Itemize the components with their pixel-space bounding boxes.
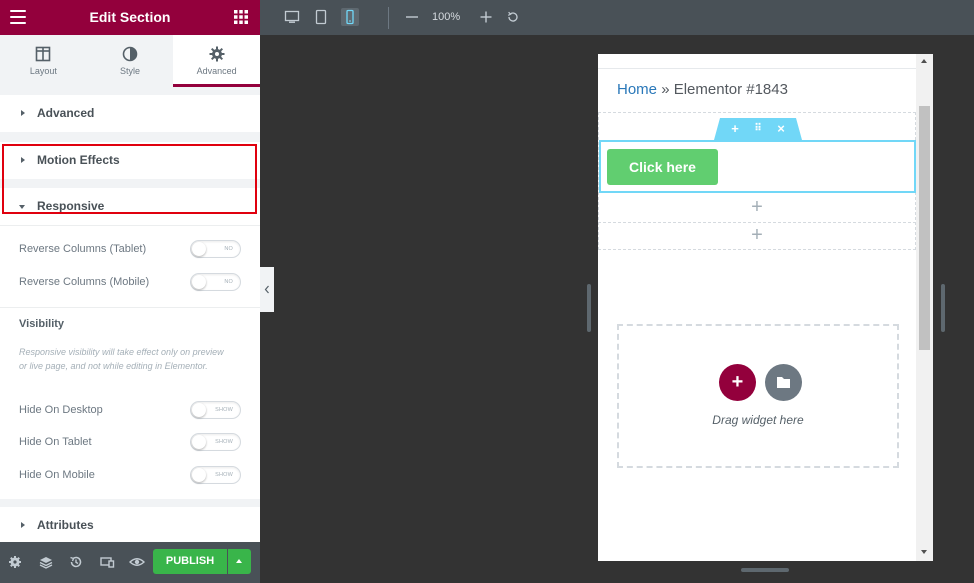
responsive-mode-icon[interactable] [98,553,116,571]
caret-right-icon [21,110,25,116]
gear-icon [209,46,225,62]
breadcrumb-home-link[interactable]: Home [617,81,657,98]
resize-handle-bottom[interactable] [741,568,789,572]
navigator-layers-icon[interactable] [37,553,55,571]
control-label: Hide On Tablet [19,436,92,448]
control-label: Reverse Columns (Mobile) [19,276,150,288]
zoom-in-icon[interactable] [477,8,495,26]
control-label: Reverse Columns (Tablet) [19,243,147,255]
settings-icon[interactable] [6,553,24,571]
caret-right-icon [21,522,25,528]
tab-advanced-label: Advanced [196,66,237,76]
divider [0,307,260,308]
toggle-state: NO [224,246,233,252]
visibility-heading: Visibility [19,318,65,330]
drag-widget-hint: Drag widget here [712,413,804,427]
section-advanced-label: Advanced [37,106,95,120]
tablet-icon[interactable] [312,8,330,26]
control-label: Hide On Mobile [19,469,95,481]
section-handle: + ⠿ × [714,118,802,140]
columns-icon [36,46,51,62]
reset-zoom-icon[interactable] [504,8,522,26]
zoom-out-icon[interactable] [403,8,421,26]
toggle-state: SHOW [215,472,233,478]
scroll-up-icon[interactable] [921,59,927,63]
breadcrumb: Home » Elementor #1843 [617,81,788,98]
panel-title: Edit Section [89,9,171,25]
click-here-button[interactable]: Click here [607,149,718,185]
control-label: Hide On Desktop [19,404,103,416]
drag-handle-icon[interactable]: ⠿ [750,120,766,138]
hide-desktop-toggle[interactable]: SHOW [190,401,241,419]
tab-advanced[interactable]: Advanced [173,35,261,87]
control-hide-tablet: Hide On Tablet SHOW [0,427,260,457]
caret-up-icon [236,559,242,563]
close-icon[interactable]: × [773,120,789,138]
hide-tablet-toggle[interactable]: SHOW [190,433,241,451]
resize-handle-left[interactable] [587,284,591,332]
add-element-plus-icon[interactable]: + [747,225,767,245]
panel-collapse-handle[interactable] [260,267,274,312]
control-hide-desktop: Hide On Desktop SHOW [0,395,260,425]
history-icon[interactable] [67,553,85,571]
header-divider [598,68,916,69]
scroll-down-icon[interactable] [921,550,927,554]
highlight-annotation-box [2,144,257,214]
tab-style[interactable]: Style [87,35,174,87]
toggle-knob [192,468,206,482]
responsive-section: Responsive Reverse Columns (Tablet) NO R… [0,188,260,499]
section-attributes[interactable]: Attributes [0,507,260,542]
publish-options-button[interactable] [228,549,251,574]
mobile-icon[interactable] [341,8,359,26]
zoom-level: 100% [432,11,461,23]
folder-icon [777,377,790,388]
preview-eye-icon[interactable] [128,553,146,571]
visibility-note: Responsive visibility will take effect o… [19,347,224,371]
breadcrumb-current: Elementor #1843 [673,81,788,98]
desktop-icon[interactable] [283,8,301,26]
add-section-plus-icon[interactable]: + [727,120,743,138]
resize-handle-right[interactable] [941,284,945,332]
control-reverse-columns-tablet: Reverse Columns (Tablet) NO [0,234,260,264]
control-hide-mobile: Hide On Mobile SHOW [0,460,260,490]
tab-layout-label: Layout [29,66,57,76]
drop-zone: + Drag widget here [617,324,899,468]
section-attributes-label: Attributes [37,518,94,532]
publish-button[interactable]: PUBLISH [153,549,227,574]
panel-tabs: Layout Style Advanced [0,35,261,87]
toggle-state: NO [224,279,233,285]
add-template-button[interactable] [765,364,802,401]
reverse-mobile-toggle[interactable]: NO [190,273,241,291]
mobile-preview-frame: Home » Elementor #1843 + ⠿ × Click here … [598,54,933,561]
scrollbar-thumb[interactable] [919,106,930,350]
reverse-tablet-toggle[interactable]: NO [190,240,241,258]
toggle-state: SHOW [215,407,233,413]
divider [0,225,260,226]
toolbar-divider [388,7,389,29]
toggle-state: SHOW [215,439,233,445]
section-advanced[interactable]: Advanced [0,95,260,132]
widgets-grid-icon[interactable] [234,10,248,24]
toggle-knob [192,403,206,417]
toggle-knob [192,242,206,256]
panel-header: Edit Section [0,0,260,35]
breadcrumb-separator: » [661,81,670,98]
editor-panel: Edit Section Layout Style Advanced Advan… [0,0,261,583]
top-toolbar: 100% [260,0,974,35]
hide-mobile-toggle[interactable]: SHOW [190,466,241,484]
preview-scrollbar[interactable] [916,54,933,561]
tab-style-label: Style [120,66,141,76]
add-element-plus-icon[interactable]: + [747,197,767,217]
tab-layout[interactable]: Layout [0,35,87,87]
toggle-knob [192,435,206,449]
toggle-knob [192,275,206,289]
chevron-left-icon [264,285,269,294]
add-new-section-button[interactable]: + [719,364,756,401]
half-circle-icon [122,46,138,62]
control-reverse-columns-mobile: Reverse Columns (Mobile) NO [0,267,260,297]
